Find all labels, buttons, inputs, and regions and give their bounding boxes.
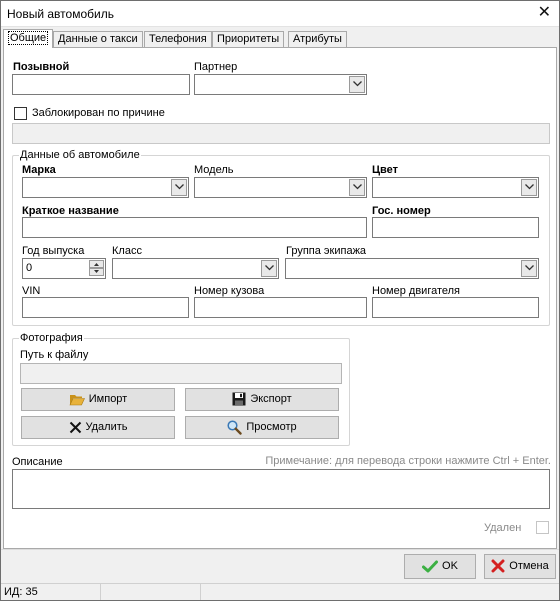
body-number-input[interactable]: [194, 297, 367, 318]
color-label: Цвет: [372, 164, 399, 176]
blocked-label: Заблокирован по причине: [32, 107, 165, 119]
chevron-down-icon[interactable]: [521, 179, 537, 196]
vin-input[interactable]: [22, 297, 189, 318]
deleted-label: Удален: [484, 522, 522, 534]
engine-number-label: Номер двигателя: [372, 285, 461, 297]
close-icon: [69, 421, 82, 434]
chevron-down-icon[interactable]: [349, 179, 365, 196]
status-cell-id: ИД: 35: [1, 584, 101, 600]
short-name-input[interactable]: [22, 217, 367, 238]
window-title: Новый автомобиль: [7, 7, 114, 21]
tab-general[interactable]: Общие: [3, 29, 54, 48]
deleted-checkbox[interactable]: [536, 521, 549, 534]
export-button[interactable]: Экспорт: [185, 388, 339, 411]
photo-group-title: Фотография: [19, 332, 84, 344]
file-path-input[interactable]: [20, 363, 342, 384]
vin-label: VIN: [22, 285, 41, 297]
dialog-window: Новый автомобиль ✕ Общие Данные о такси …: [0, 0, 560, 601]
spin-down-icon[interactable]: [89, 268, 104, 276]
description-label: Описание: [12, 456, 63, 468]
close-icon[interactable]: ✕: [538, 4, 551, 22]
check-icon: [422, 560, 439, 573]
blocked-checkbox[interactable]: [14, 107, 27, 120]
cancel-button[interactable]: Отмена: [484, 554, 556, 579]
partner-select[interactable]: [194, 74, 367, 95]
plate-input[interactable]: [372, 217, 539, 238]
title-bar: Новый автомобиль ✕: [1, 1, 559, 27]
blocked-reason-input[interactable]: [12, 123, 550, 144]
folder-open-icon: [69, 393, 85, 406]
brand-select[interactable]: [22, 177, 189, 198]
brand-label: Марка: [22, 164, 56, 176]
spin-buttons[interactable]: [89, 260, 104, 277]
chevron-down-icon[interactable]: [171, 179, 187, 196]
status-bar: ИД: 35: [1, 583, 559, 600]
magnifier-icon: [227, 420, 243, 435]
class-label: Класс: [112, 245, 142, 257]
close-icon: [491, 559, 505, 573]
spin-up-icon[interactable]: [89, 260, 104, 268]
ok-button[interactable]: OK: [404, 554, 476, 579]
view-button[interactable]: Просмотр: [185, 416, 339, 439]
file-path-label: Путь к файлу: [20, 349, 89, 361]
year-label: Год выпуска: [22, 245, 85, 257]
status-cell-empty: [101, 584, 201, 600]
crew-group-select[interactable]: [285, 258, 539, 279]
record-id: ИД: 35: [4, 586, 38, 598]
car-data-group-title: Данные об автомобиле: [19, 149, 141, 161]
save-icon: [232, 392, 246, 406]
engine-number-input[interactable]: [372, 297, 539, 318]
model-label: Модель: [194, 164, 234, 176]
tab-page-general: Позывной Партнер Заблокирован по причине…: [3, 47, 557, 549]
body-number-label: Номер кузова: [194, 285, 265, 297]
model-select[interactable]: [194, 177, 367, 198]
partner-label: Партнер: [194, 61, 238, 73]
chevron-down-icon[interactable]: [521, 260, 537, 277]
crew-group-label: Группа экипажа: [286, 245, 367, 257]
chevron-down-icon[interactable]: [349, 76, 365, 93]
import-button[interactable]: Импорт: [21, 388, 175, 411]
chevron-down-icon[interactable]: [261, 260, 277, 277]
footer-divider: [1, 549, 559, 550]
color-select[interactable]: [372, 177, 539, 198]
year-value: 0: [26, 262, 33, 274]
class-select[interactable]: [112, 258, 279, 279]
delete-button[interactable]: Удалить: [21, 416, 175, 439]
callsign-label: Позывной: [13, 61, 70, 73]
tab-taxi-data[interactable]: Данные о такси: [53, 31, 143, 47]
description-textarea[interactable]: [12, 469, 550, 509]
plate-label: Гос. номер: [372, 205, 431, 217]
tab-priorities[interactable]: Приоритеты: [212, 31, 285, 47]
tab-attributes[interactable]: Атрибуты: [288, 31, 347, 47]
description-hint: Примечание: для перевода строки нажмите …: [265, 455, 551, 467]
tab-telephony[interactable]: Телефония: [144, 31, 212, 47]
callsign-input[interactable]: [12, 74, 190, 95]
short-name-label: Краткое название: [22, 205, 119, 217]
year-stepper[interactable]: 0: [22, 258, 106, 279]
